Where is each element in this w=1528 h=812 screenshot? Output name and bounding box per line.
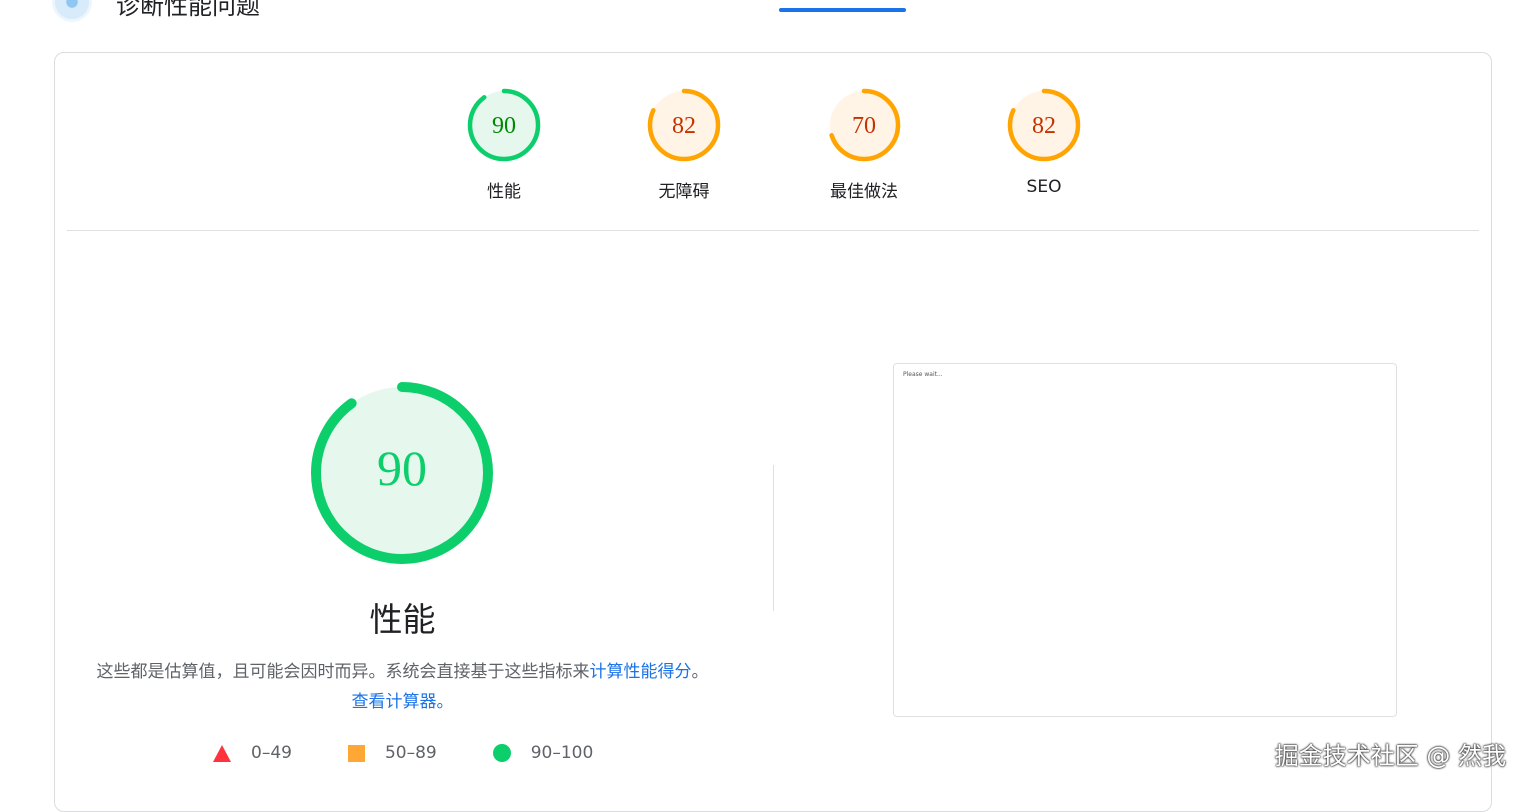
legend-item-average: 50–89 — [347, 743, 437, 763]
gauge-ring: 90 — [467, 88, 541, 162]
gauge-label: SEO — [1026, 177, 1062, 197]
square-icon — [347, 744, 365, 762]
gauge-ring: 70 — [827, 88, 901, 162]
gauge-score: 70 — [852, 113, 876, 139]
report-card: 90 性能 82 无障碍 70 最佳做法 82 SEO 90 性能 这些都是估算… — [54, 52, 1492, 812]
gauge-performance[interactable]: 90 性能 — [414, 87, 594, 202]
watermark: 掘金技术社区 @ 然我 — [1274, 742, 1506, 770]
legend-range: 0–49 — [251, 743, 292, 763]
screenshot-text: Please wait... — [903, 371, 943, 378]
legend-range: 90–100 — [530, 743, 594, 763]
circle-icon — [492, 744, 511, 762]
description-text: 这些都是估算值，且可能会因时而异。系统会直接基于这些指标来 — [96, 662, 590, 682]
triangle-icon — [213, 744, 231, 762]
lighthouse-logo-icon — [52, 0, 92, 22]
section-divider — [67, 230, 1479, 231]
score-calculation-link[interactable]: 计算性能得分 — [590, 662, 692, 682]
page-title: 诊断性能问题 — [116, 0, 260, 20]
legend-range: 50–89 — [384, 743, 437, 763]
legend-item-pass: 90–100 — [492, 743, 594, 763]
description-separator: 。 — [691, 662, 709, 682]
gauge-ring: 82 — [647, 88, 721, 162]
page-screenshot[interactable]: Please wait... — [893, 363, 1397, 717]
gauge-label: 最佳做法 — [830, 182, 898, 202]
performance-description: 这些都是估算值，且可能会因时而异。系统会直接基于这些指标来计算性能得分。查看计算… — [95, 657, 710, 717]
gauge-score: 82 — [1032, 113, 1056, 139]
vertical-divider — [773, 465, 774, 611]
gauge-label: 无障碍 — [658, 182, 710, 202]
gauge-best-practices[interactable]: 70 最佳做法 — [774, 87, 954, 202]
gauge-score: 90 — [492, 113, 516, 139]
calculator-link[interactable]: 查看计算器。 — [352, 692, 454, 712]
performance-title: 性能 — [369, 600, 436, 639]
performance-gauge-large: 90 — [310, 381, 494, 569]
legend-item-fail: 0–49 — [213, 743, 292, 763]
gauge-score: 82 — [672, 113, 696, 139]
gauge-accessibility[interactable]: 82 无障碍 — [594, 87, 774, 202]
active-tab-indicator — [779, 8, 906, 12]
score-legend: 0–49 50–89 90–100 — [213, 743, 649, 763]
gauge-seo[interactable]: 82 SEO — [954, 87, 1134, 197]
performance-score: 90 — [377, 440, 427, 496]
gauge-ring: 82 — [1007, 88, 1081, 162]
gauge-label: 性能 — [487, 182, 521, 202]
